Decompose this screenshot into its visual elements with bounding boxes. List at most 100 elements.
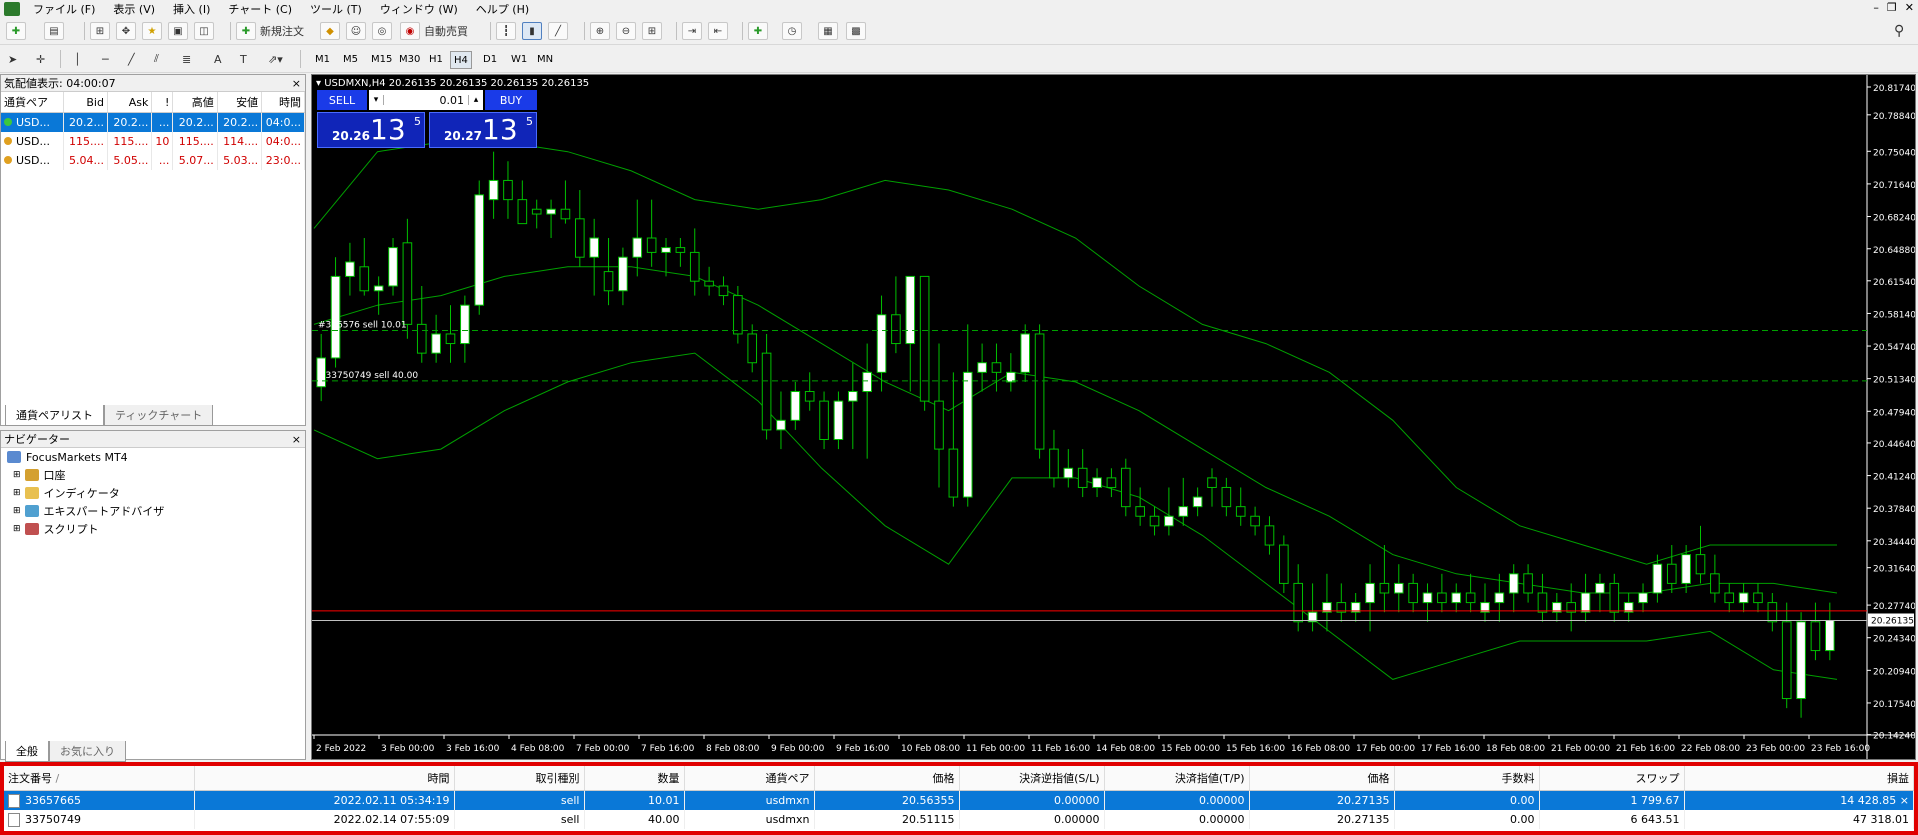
col-high[interactable]: 高値 bbox=[172, 92, 218, 113]
col-low[interactable]: 安値 bbox=[217, 92, 263, 113]
expand-icon[interactable]: ⊞ bbox=[13, 488, 21, 498]
menu-chart[interactable]: チャート (C) bbox=[219, 1, 301, 17]
tf-m15[interactable]: M15 bbox=[368, 51, 395, 67]
tf-m30[interactable]: M30 bbox=[396, 51, 423, 67]
terminal-button[interactable]: ▣ bbox=[168, 22, 188, 40]
navigator-item-scripts[interactable]: ⊞ スクリプト bbox=[1, 520, 305, 538]
text-tool[interactable]: A bbox=[214, 50, 222, 68]
col-commission[interactable]: 手数料 bbox=[1394, 766, 1540, 791]
menu-help[interactable]: ヘルプ (H) bbox=[467, 1, 538, 17]
tf-h1[interactable]: H1 bbox=[426, 51, 446, 67]
profiles-button[interactable]: ▤ bbox=[44, 22, 64, 40]
expand-icon[interactable]: ⊞ bbox=[13, 524, 21, 534]
channel-tool[interactable]: ⫽ bbox=[154, 50, 159, 68]
new-chart-button[interactable]: ✚ bbox=[6, 22, 26, 40]
line-chart-button[interactable]: ╱ bbox=[548, 22, 568, 40]
chart-shift-button[interactable]: ⇤ bbox=[708, 22, 728, 40]
candlestick-button[interactable]: ▮ bbox=[522, 22, 542, 40]
horizontal-line-tool[interactable]: ─ bbox=[102, 50, 109, 68]
col-order-id[interactable]: 注文番号 / bbox=[4, 766, 195, 791]
col-symbol[interactable]: 通貨ペア bbox=[684, 766, 815, 791]
zoom-out-button[interactable]: ⊖ bbox=[616, 22, 636, 40]
close-order-icon[interactable]: × bbox=[1900, 794, 1909, 807]
templates-button[interactable]: ▦ bbox=[818, 22, 838, 40]
col-sl[interactable]: 決済逆指値(S/L) bbox=[959, 766, 1105, 791]
col-type[interactable]: 取引種別 bbox=[454, 766, 585, 791]
table-row[interactable]: USD... 115.... 115.... 10 115.... 114...… bbox=[1, 132, 305, 151]
community-button[interactable]: ☺ bbox=[346, 22, 366, 40]
zoom-in-button[interactable]: ⊕ bbox=[590, 22, 610, 40]
col-current-price[interactable]: 価格 bbox=[1249, 766, 1395, 791]
auto-trading-button[interactable]: ◉ 自動売買 bbox=[400, 22, 468, 40]
arrows-tool[interactable]: ⇗▾ bbox=[268, 50, 283, 68]
lot-decrease-icon[interactable]: ▾ bbox=[369, 95, 384, 105]
col-ask[interactable]: Ask bbox=[107, 92, 153, 113]
periods-button[interactable]: ◷ bbox=[782, 22, 802, 40]
tab-favorites[interactable]: お気に入り bbox=[49, 741, 126, 762]
bid-price-box[interactable]: 20.26 13 5 bbox=[317, 112, 425, 148]
close-icon[interactable]: ✕ bbox=[1905, 1, 1914, 14]
lot-size-input[interactable]: ▾ 0.01 ▴ bbox=[369, 90, 483, 110]
navigator-item-indicators[interactable]: ⊞ インディケータ bbox=[1, 484, 305, 502]
restore-icon[interactable]: ❐ bbox=[1887, 1, 1897, 14]
navigator-root[interactable]: FocusMarkets MT4 bbox=[1, 448, 305, 466]
tf-m1[interactable]: M1 bbox=[312, 51, 333, 67]
table-row[interactable]: 33657665 2022.02.11 05:34:19 sell 10.01 … bbox=[4, 790, 1914, 810]
menu-file[interactable]: ファイル (F) bbox=[24, 1, 104, 17]
col-bid[interactable]: Bid bbox=[63, 92, 108, 113]
data-window-button[interactable]: ✥ bbox=[116, 22, 136, 40]
col-price[interactable]: 価格 bbox=[814, 766, 960, 791]
expand-icon[interactable]: ⊞ bbox=[13, 470, 21, 480]
search-button[interactable]: ⚲ bbox=[1894, 22, 1904, 40]
menu-tools[interactable]: ツール (T) bbox=[301, 1, 371, 17]
menu-window[interactable]: ウィンドウ (W) bbox=[371, 1, 467, 17]
tf-h4[interactable]: H4 bbox=[450, 51, 472, 69]
minimize-icon[interactable]: – bbox=[1873, 1, 1879, 14]
table-row[interactable]: USD... 20.2... 20.2... ... 20.2... 20.2.… bbox=[1, 112, 305, 132]
text-label-tool[interactable]: T bbox=[240, 50, 247, 68]
menu-view[interactable]: 表示 (V) bbox=[104, 1, 164, 17]
tf-d1[interactable]: D1 bbox=[480, 51, 500, 67]
col-time[interactable]: 時間 bbox=[261, 92, 305, 113]
lot-increase-icon[interactable]: ▴ bbox=[468, 95, 483, 105]
new-order-button[interactable]: ✚ 新規注文 bbox=[236, 22, 304, 40]
auto-scroll-button[interactable]: ⇥ bbox=[682, 22, 702, 40]
ask-price-box[interactable]: 20.27 13 5 bbox=[429, 112, 537, 148]
navigator-item-experts[interactable]: ⊞ エキスパートアドバイザ bbox=[1, 502, 305, 520]
crosshair-tool[interactable]: ✛ bbox=[36, 50, 45, 68]
close-icon[interactable]: × bbox=[292, 77, 301, 90]
tab-symbols[interactable]: 通貨ペアリスト bbox=[5, 405, 104, 426]
table-row[interactable]: USD... 5.04... 5.05... ... 5.07... 5.03.… bbox=[1, 151, 305, 170]
vertical-line-tool[interactable]: │ bbox=[74, 50, 81, 68]
close-icon[interactable]: × bbox=[292, 433, 301, 446]
navigator-button[interactable]: ★ bbox=[142, 22, 162, 40]
tf-m5[interactable]: M5 bbox=[340, 51, 361, 67]
menu-insert[interactable]: 挿入 (I) bbox=[164, 1, 219, 17]
bar-chart-button[interactable]: ┇ bbox=[496, 22, 516, 40]
cursor-tool[interactable]: ➤ bbox=[8, 50, 17, 68]
col-time[interactable]: 時間 bbox=[194, 766, 455, 791]
indicators-button[interactable]: ✚ bbox=[748, 22, 768, 40]
buy-button[interactable]: BUY bbox=[485, 90, 537, 110]
table-row[interactable]: 33750749 2022.02.14 07:55:09 sell 40.00 … bbox=[4, 810, 1914, 829]
tile-windows-button[interactable]: ⊞ bbox=[642, 22, 662, 40]
tab-general[interactable]: 全般 bbox=[5, 741, 49, 762]
sell-button[interactable]: SELL bbox=[317, 90, 367, 110]
col-profit[interactable]: 損益 bbox=[1684, 766, 1914, 791]
price-chart[interactable]: 20.81740 20.78840 20.75040 20.71640 20.68240… bbox=[312, 75, 1915, 759]
metaeditor-button[interactable]: ◆ bbox=[320, 22, 340, 40]
chart-properties-button[interactable]: ▩ bbox=[846, 22, 866, 40]
expand-icon[interactable]: ⊞ bbox=[13, 506, 21, 516]
market-watch-button[interactable]: ⊞ bbox=[90, 22, 110, 40]
col-volume[interactable]: 数量 bbox=[584, 766, 685, 791]
tf-mn[interactable]: MN bbox=[534, 51, 556, 67]
fibonacci-tool[interactable]: ≣ bbox=[182, 50, 191, 68]
navigator-item-accounts[interactable]: ⊞ 口座 bbox=[1, 466, 305, 484]
col-swap[interactable]: スワップ bbox=[1539, 766, 1685, 791]
col-symbol[interactable]: 通貨ペア bbox=[1, 92, 64, 113]
col-tp[interactable]: 決済指値(T/P) bbox=[1104, 766, 1250, 791]
signals-button[interactable]: ◎ bbox=[372, 22, 392, 40]
tab-tick-chart[interactable]: ティックチャート bbox=[104, 405, 214, 426]
trendline-tool[interactable]: ╱ bbox=[128, 50, 135, 68]
tf-w1[interactable]: W1 bbox=[508, 51, 530, 67]
